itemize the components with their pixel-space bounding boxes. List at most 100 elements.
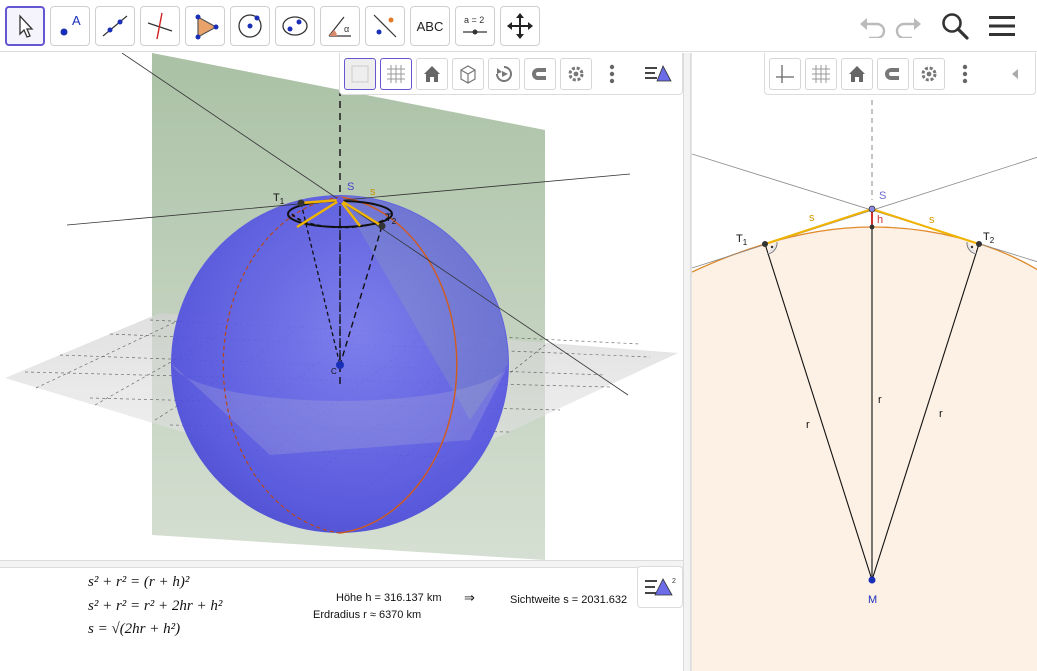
settings-2d-button[interactable] [913, 57, 945, 90]
axes-icon [351, 65, 369, 82]
slider-tool-button[interactable]: a = 2 [455, 6, 495, 46]
graphics-3d-view[interactable]: S s T1 T2 C [0, 53, 683, 560]
clipping-cube-button[interactable] [452, 57, 484, 90]
point-m-2d[interactable] [868, 576, 876, 584]
search-button[interactable] [938, 10, 972, 42]
view-menu-bottom-button[interactable]: 2 [637, 566, 683, 608]
label-m-2d: M [868, 594, 877, 606]
graphics-2d-canvas[interactable]: S h T1 T2 s s r r r M [692, 53, 1037, 671]
view-menu-icon [645, 64, 672, 81]
vertical-splitter[interactable] [683, 53, 691, 671]
axes-icon [776, 64, 794, 83]
cursor-icon [19, 14, 34, 38]
point-t1[interactable] [297, 199, 305, 207]
label-s: S [347, 181, 354, 193]
label-s-segment: s [370, 186, 376, 198]
text-tool-label: ABC [416, 18, 444, 34]
perpendicular-tool-button[interactable] [140, 6, 180, 46]
magnet-icon [532, 67, 546, 80]
slider-icon: a = 2 [463, 15, 487, 35]
line-tool-button[interactable] [95, 6, 135, 46]
circle-tool-button[interactable] [230, 6, 270, 46]
circle-icon [238, 14, 262, 38]
toggle-axes-button[interactable] [344, 57, 376, 90]
search-icon [942, 13, 969, 40]
height-value-text: Höhe h = 316.137 km [336, 592, 442, 604]
home-icon [849, 65, 865, 82]
move-tool-button[interactable] [5, 6, 45, 46]
ellipse-icon [282, 16, 308, 36]
home-view-button[interactable] [416, 57, 448, 90]
label-center: C [331, 367, 337, 376]
grid-icon [387, 64, 405, 83]
more-options-3d-button[interactable] [596, 57, 628, 90]
redo-button[interactable] [892, 10, 926, 42]
graphics-3d-canvas[interactable]: S s T1 T2 C [0, 53, 683, 560]
hamburger-menu-icon [989, 16, 1015, 36]
toggle-grid-2d-button[interactable] [805, 57, 837, 90]
svg-text:a = 2: a = 2 [464, 15, 484, 25]
reflect-tool-button[interactable] [365, 6, 405, 46]
move-graphics-tool-button[interactable] [500, 6, 540, 46]
angle-icon: α [328, 16, 351, 37]
svg-text:A: A [72, 13, 81, 28]
graphics-text-area: s² + r² = (r + h)² s² + r² = r² + 2hr + … [0, 568, 683, 671]
geogebra-app: A α ABC a = 2 S s T1 T2 C S h T1 T2 s s … [0, 0, 1037, 671]
magnet-icon [885, 67, 899, 80]
label-t2-2d: T2 [983, 231, 995, 245]
settings-3d-button[interactable] [560, 57, 592, 90]
point-s[interactable] [336, 196, 344, 204]
undo-button[interactable] [855, 10, 889, 42]
graphics-2d-view[interactable]: S h T1 T2 s s r r r M [691, 53, 1037, 671]
rotate-view-button[interactable] [488, 57, 520, 90]
polygon-tool-button[interactable] [185, 6, 225, 46]
more-vertical-icon [609, 64, 615, 83]
point-top-2d[interactable] [869, 224, 875, 230]
point-icon: A [60, 13, 81, 36]
label-h-2d: h [877, 214, 883, 226]
point-center[interactable] [336, 361, 344, 369]
label-s-left-2d: s [809, 212, 815, 224]
point-tool-button[interactable]: A [50, 6, 90, 46]
triangle-icon [195, 14, 219, 40]
move-arrows-icon [507, 13, 533, 39]
rotate-icon [496, 65, 512, 82]
earth-disk [692, 227, 1037, 671]
more-options-2d-button[interactable] [949, 57, 981, 90]
formula-line-1: s² + r² = (r + h)² [88, 574, 190, 590]
label-s-right-2d: s [929, 214, 935, 226]
point-t2-2d[interactable] [976, 241, 982, 247]
toggle-grid-button[interactable] [380, 57, 412, 90]
toggle-axes-2d-button[interactable] [769, 57, 801, 90]
svg-text:2: 2 [672, 578, 676, 585]
text-tool-button[interactable]: ABC [410, 6, 450, 46]
main-menu-button[interactable] [985, 10, 1019, 42]
snap-2d-button[interactable] [877, 57, 909, 90]
graphics-3d-stylebar [339, 53, 683, 95]
collapse-stylebar-button[interactable] [999, 57, 1031, 90]
label-r-right-2d: r [939, 408, 943, 420]
sight-distance-text: Sichtweite s = 2031.632 [510, 594, 628, 606]
point-t1-2d[interactable] [762, 241, 768, 247]
label-r-left-2d: r [806, 419, 810, 431]
point-s-2d[interactable] [868, 205, 876, 213]
home-view-2d-button[interactable] [841, 57, 873, 90]
graphics-2d-stylebar [764, 53, 1036, 95]
undo-icon [860, 18, 886, 38]
gear-icon [921, 66, 937, 81]
view-menu-icon: 2 [645, 578, 676, 596]
chevron-left-icon [1012, 68, 1018, 79]
formula-line-2: s² + r² = r² + 2hr + h² [88, 598, 223, 614]
home-icon [424, 65, 440, 82]
ellipse-tool-button[interactable] [275, 6, 315, 46]
view-menu-3d-button[interactable] [638, 57, 678, 90]
implies-arrow: ⇒ [464, 590, 475, 605]
label-r-mid-2d: r [878, 394, 882, 406]
label-t1-2d: T1 [736, 233, 748, 247]
reflect-icon [373, 14, 397, 38]
snap-button[interactable] [524, 57, 556, 90]
right-angle-right-dot [970, 245, 974, 249]
horizontal-splitter[interactable] [0, 560, 683, 568]
angle-tool-button[interactable]: α [320, 6, 360, 46]
svg-text:α: α [344, 24, 349, 34]
